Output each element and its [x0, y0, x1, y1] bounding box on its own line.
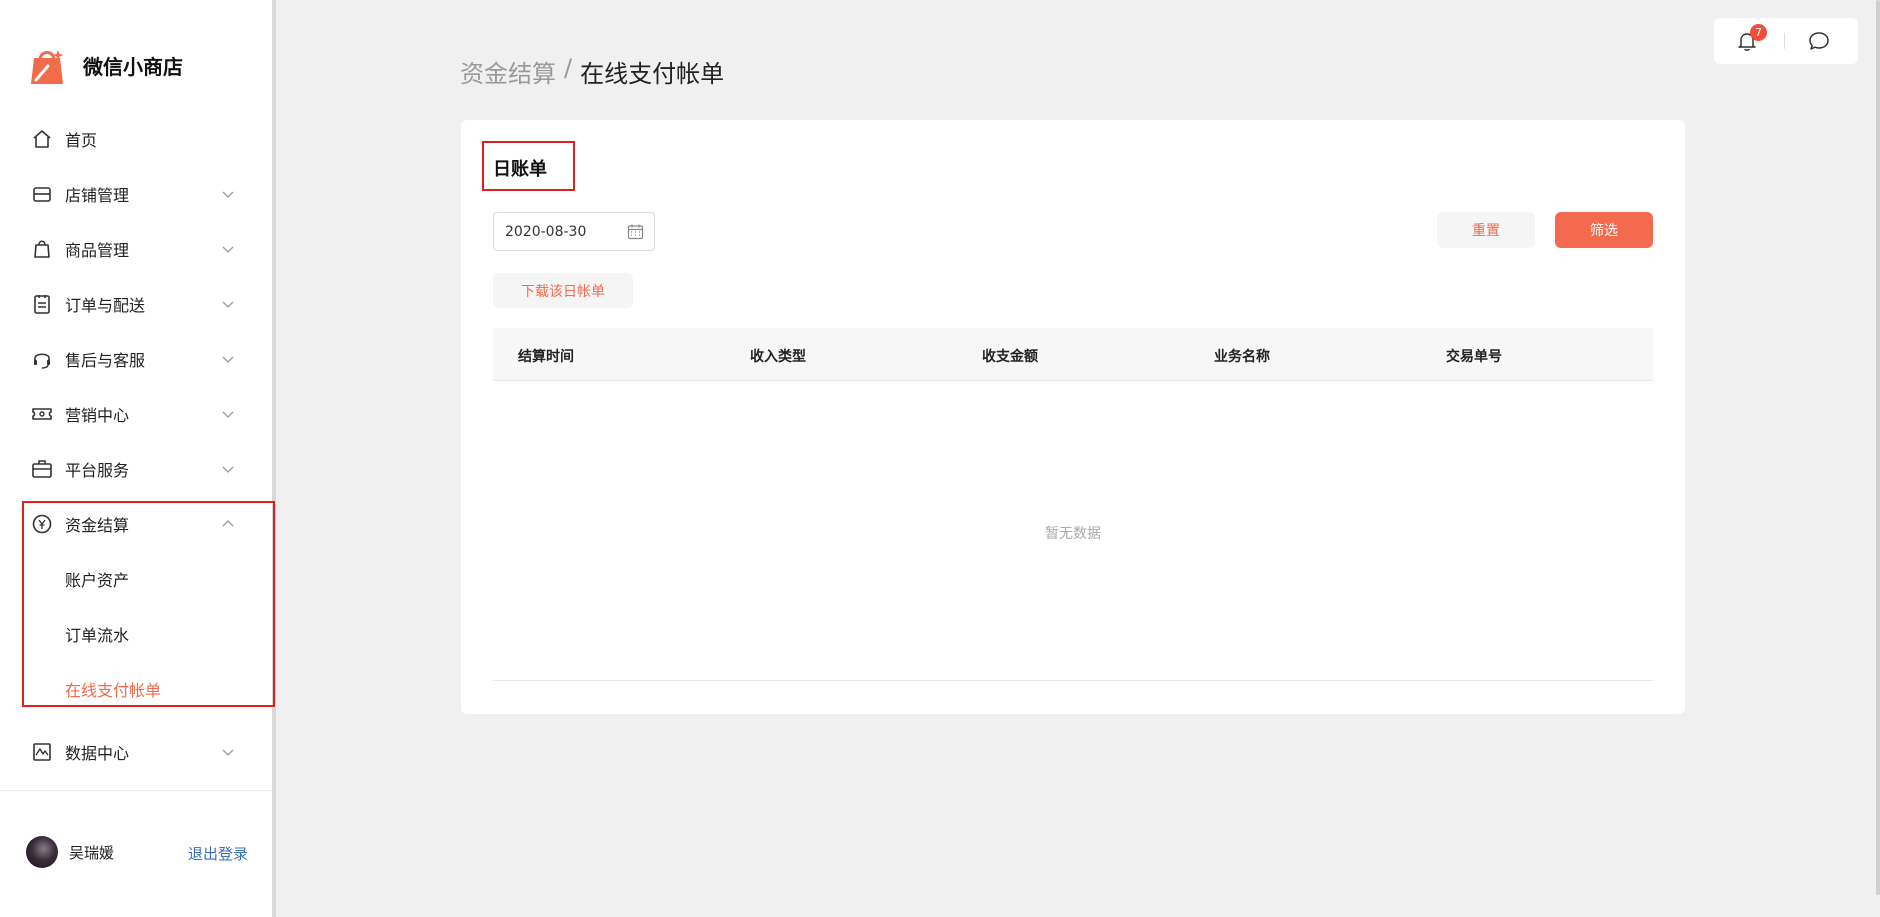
- headset-icon: [34, 353, 50, 369]
- app-name: 微信小商店: [83, 54, 183, 79]
- sidebar-subitem-account-assets[interactable]: 账户资产: [0, 559, 272, 599]
- sidebar-item-data-center[interactable]: 数据中心: [0, 732, 272, 772]
- sidebar-item-label: 数据中心: [65, 744, 130, 763]
- sidebar-item-orders[interactable]: 订单与配送: [0, 284, 272, 324]
- empty-state-text: 暂无数据: [1045, 526, 1101, 542]
- user-name: 吴瑞媛: [69, 843, 115, 862]
- logout-link[interactable]: 退出登录: [188, 843, 248, 864]
- sidebar-item-store[interactable]: 店铺管理: [0, 174, 272, 214]
- sidebar-divider: [0, 790, 272, 791]
- chart-icon: [33, 743, 51, 761]
- home-icon: [33, 130, 51, 148]
- chevron-down-icon: [222, 246, 234, 253]
- sidebar-item-label: 售后与客服: [65, 351, 146, 370]
- sidebar-subitem-label: 账户资产: [65, 571, 130, 590]
- download-daily-bill-button[interactable]: 下载该日帐单: [493, 273, 633, 308]
- ticket-icon: [32, 408, 52, 420]
- shop-bag-logo-icon: [31, 50, 64, 84]
- notification-badge: 7: [1750, 24, 1767, 41]
- sidebar-item-label: 订单与配送: [65, 296, 146, 315]
- chat-bubble-icon[interactable]: [1808, 30, 1830, 52]
- sidebar-item-products[interactable]: 商品管理: [0, 229, 272, 269]
- sidebar-subitem-label: 订单流水: [65, 626, 130, 645]
- chevron-down-icon: [222, 466, 234, 473]
- sidebar-scrollbar[interactable]: [272, 0, 276, 917]
- order-clipboard-icon: [34, 295, 50, 314]
- column-header-income-type: 收入类型: [750, 349, 806, 365]
- sidebar-subitem-label: 在线支付帐单: [65, 681, 162, 700]
- sidebar: 微信小商店 首页 店铺管理 商品管理 订单与配送 售后与客服 营销中心 平台服务: [0, 0, 276, 917]
- breadcrumb: 资金结算 / 在线支付帐单: [460, 54, 724, 89]
- user-profile[interactable]: 吴瑞媛: [26, 836, 114, 868]
- chevron-down-icon: [222, 191, 234, 198]
- sidebar-item-label: 商品管理: [65, 241, 130, 260]
- app-logo[interactable]: 微信小商店: [26, 44, 183, 86]
- sidebar-item-home[interactable]: 首页: [0, 119, 272, 159]
- daily-bill-card: 日账单 2020-08-30 重置 筛选 下载该日帐单 结算时间 收入类型 收支…: [461, 120, 1685, 714]
- date-picker-input[interactable]: 2020-08-30: [493, 212, 655, 251]
- calendar-icon[interactable]: [627, 223, 644, 240]
- sidebar-subitem-order-flow[interactable]: 订单流水: [0, 614, 272, 654]
- chevron-down-icon: [222, 301, 234, 308]
- sidebar-item-label: 营销中心: [65, 406, 130, 425]
- breadcrumb-parent[interactable]: 资金结算: [460, 54, 556, 89]
- column-header-business-name: 业务名称: [1214, 349, 1270, 365]
- table-header: 结算时间 收入类型 收支金额 业务名称 交易单号: [493, 328, 1653, 381]
- card-title: 日账单: [493, 159, 547, 180]
- reset-button[interactable]: 重置: [1437, 212, 1535, 248]
- sidebar-item-marketing[interactable]: 营销中心: [0, 394, 272, 434]
- chevron-down-icon: [222, 749, 234, 756]
- sidebar-item-finance[interactable]: 资金结算: [0, 504, 272, 544]
- date-value: 2020-08-30: [505, 223, 587, 240]
- sidebar-item-aftersales[interactable]: 售后与客服: [0, 339, 272, 379]
- table-bottom-border: [493, 680, 1653, 681]
- topbar-divider: [1784, 33, 1785, 49]
- avatar: [26, 836, 58, 868]
- sidebar-item-label: 店铺管理: [65, 186, 130, 205]
- sidebar-item-label: 首页: [65, 131, 98, 150]
- sidebar-item-label: 平台服务: [65, 461, 130, 480]
- column-header-amount: 收支金额: [982, 349, 1038, 365]
- main-scrollbar[interactable]: [1876, 0, 1880, 895]
- top-action-bar: 7: [1714, 18, 1858, 64]
- page-title: 在线支付帐单: [580, 60, 725, 88]
- chevron-down-icon: [222, 356, 234, 363]
- briefcase-icon: [32, 460, 52, 478]
- column-header-settle-time: 结算时间: [518, 349, 574, 365]
- breadcrumb-separator: /: [564, 54, 573, 82]
- chevron-up-icon: [222, 520, 234, 527]
- yuan-icon: [32, 514, 52, 534]
- column-header-transaction-id: 交易单号: [1446, 349, 1502, 365]
- shopping-bag-icon: [34, 240, 50, 258]
- sidebar-item-platform[interactable]: 平台服务: [0, 449, 272, 489]
- sidebar-subitem-online-payment-bill[interactable]: 在线支付帐单: [0, 669, 272, 709]
- sidebar-item-label: 资金结算: [65, 516, 130, 535]
- chevron-down-icon: [222, 411, 234, 418]
- store-icon: [33, 187, 51, 202]
- filter-button[interactable]: 筛选: [1555, 212, 1653, 248]
